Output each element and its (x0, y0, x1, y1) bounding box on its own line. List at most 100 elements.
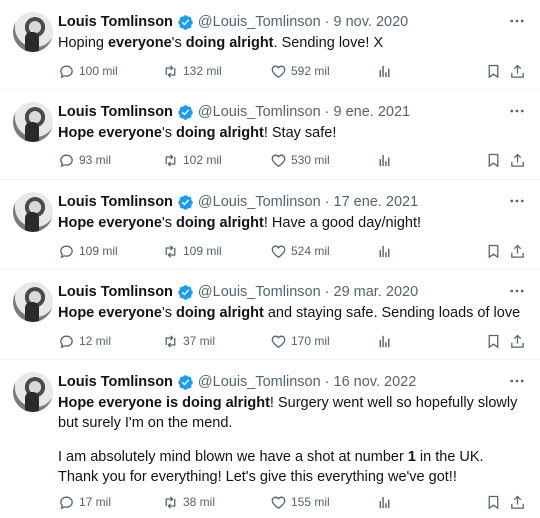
retweet-icon (165, 64, 176, 78)
tweet-date[interactable]: 16 nov. 2022 (334, 374, 417, 390)
share-icon (511, 495, 524, 509)
tweet-feed: Louis Tomlinson @Louis_Tomlinson · 9 nov… (0, 0, 540, 518)
reply-button[interactable]: 109 mil (58, 243, 118, 260)
avatar[interactable] (13, 102, 53, 142)
tweet-date[interactable]: 9 ene. 2021 (334, 104, 411, 120)
tweet-card[interactable]: Louis Tomlinson @Louis_Tomlinson · 9 ene… (0, 90, 540, 180)
verified-badge-icon (178, 104, 193, 120)
tweet-date[interactable]: 17 ene. 2021 (334, 194, 419, 210)
avatar[interactable] (13, 192, 53, 232)
retweet-count: 132 mil (183, 64, 222, 78)
share-button[interactable] (509, 152, 526, 169)
like-button[interactable]: 524 mil (270, 243, 330, 260)
reply-button[interactable]: 12 mil (58, 333, 111, 350)
share-button[interactable] (509, 243, 526, 260)
tweet-card[interactable]: Louis Tomlinson @Louis_Tomlinson · 16 no… (0, 360, 540, 518)
like-icon (271, 496, 286, 509)
tweet-card[interactable]: Louis Tomlinson @Louis_Tomlinson · 29 ma… (0, 270, 540, 360)
tweet-date[interactable]: 9 nov. 2020 (334, 14, 409, 30)
tweet-card[interactable]: Louis Tomlinson @Louis_Tomlinson · 9 nov… (0, 0, 540, 90)
verified-badge-icon (178, 14, 193, 30)
like-count: 155 mil (291, 495, 330, 509)
reply-button[interactable]: 17 mil (58, 494, 111, 511)
author-name[interactable]: Louis Tomlinson (58, 194, 173, 210)
more-icon[interactable] (508, 372, 526, 390)
text-segment: and staying safe. Sending loads of love (263, 305, 521, 321)
author-name[interactable]: Louis Tomlinson (58, 14, 173, 30)
like-count: 592 mil (291, 64, 330, 78)
reply-count: 109 mil (79, 244, 118, 258)
like-button[interactable]: 592 mil (270, 63, 330, 80)
views-icon (379, 245, 390, 257)
like-button[interactable]: 170 mil (270, 333, 330, 350)
separator-dot: · (324, 14, 330, 30)
bookmark-button[interactable] (485, 152, 502, 169)
share-icon (511, 244, 524, 258)
reply-button[interactable]: 100 mil (58, 63, 118, 80)
author-handle[interactable]: @Louis_Tomlinson (198, 104, 321, 120)
reply-button[interactable]: 93 mil (58, 152, 111, 169)
author-handle[interactable]: @Louis_Tomlinson (198, 194, 321, 210)
author-name[interactable]: Louis Tomlinson (58, 374, 173, 390)
bookmark-button[interactable] (485, 494, 502, 511)
reply-icon (60, 65, 73, 78)
text-segment: 's (161, 215, 177, 231)
views-button[interactable] (376, 152, 393, 169)
author-name[interactable]: Louis Tomlinson (58, 284, 173, 300)
share-icon (511, 153, 524, 167)
author-handle[interactable]: @Louis_Tomlinson (198, 14, 321, 30)
views-button[interactable] (376, 63, 393, 80)
text-segment: I am absolutely mind blown we have a sho… (58, 449, 408, 465)
highlighted-text: doing alright (176, 215, 264, 231)
views-button[interactable] (376, 243, 393, 260)
like-icon (271, 154, 286, 167)
bookmark-icon (488, 153, 499, 167)
retweet-button[interactable]: 37 mil (162, 333, 215, 350)
like-icon (271, 65, 286, 78)
text-segment: 's (161, 305, 177, 321)
retweet-button[interactable]: 109 mil (162, 243, 222, 260)
bookmark-button[interactable] (485, 333, 502, 350)
avatar[interactable] (13, 282, 53, 322)
more-icon[interactable] (508, 12, 526, 30)
reply-icon (60, 335, 73, 348)
separator-dot: · (324, 284, 330, 300)
bookmark-icon (488, 334, 499, 348)
text-segment: ! Have a good day/night! (263, 215, 422, 231)
separator-dot: · (324, 194, 330, 210)
highlighted-text: Hope everyone is doing alright (58, 395, 270, 411)
like-button[interactable]: 530 mil (270, 152, 330, 169)
like-count: 530 mil (291, 153, 330, 167)
share-button[interactable] (509, 333, 526, 350)
more-icon[interactable] (508, 192, 526, 210)
retweet-button[interactable]: 132 mil (162, 63, 222, 80)
views-button[interactable] (376, 494, 393, 511)
highlighted-text: doing alright (185, 35, 274, 51)
retweet-button[interactable]: 38 mil (162, 494, 215, 511)
tweet-date[interactable]: 29 mar. 2020 (334, 284, 419, 300)
reply-count: 100 mil (79, 64, 118, 78)
more-icon[interactable] (508, 282, 526, 300)
author-handle[interactable]: @Louis_Tomlinson (198, 374, 321, 390)
avatar[interactable] (13, 372, 53, 412)
share-button[interactable] (509, 494, 526, 511)
views-icon (379, 154, 390, 166)
reply-count: 93 mil (79, 153, 112, 167)
author-handle[interactable]: @Louis_Tomlinson (198, 284, 321, 300)
reply-icon (60, 496, 73, 509)
tweet-card[interactable]: Louis Tomlinson @Louis_Tomlinson · 17 en… (0, 180, 540, 270)
reply-count: 12 mil (79, 334, 112, 348)
like-button[interactable]: 155 mil (270, 494, 330, 511)
bookmark-button[interactable] (485, 63, 502, 80)
views-button[interactable] (376, 333, 393, 350)
more-icon[interactable] (508, 102, 526, 120)
author-name[interactable]: Louis Tomlinson (58, 104, 173, 120)
share-button[interactable] (509, 63, 526, 80)
bookmark-button[interactable] (485, 243, 502, 260)
highlighted-text: Hope everyone (58, 215, 162, 231)
highlighted-text: doing alright (176, 125, 264, 141)
verified-badge-icon (178, 194, 193, 210)
avatar[interactable] (13, 12, 53, 52)
retweet-button[interactable]: 102 mil (162, 152, 222, 169)
bookmark-icon (488, 495, 499, 509)
